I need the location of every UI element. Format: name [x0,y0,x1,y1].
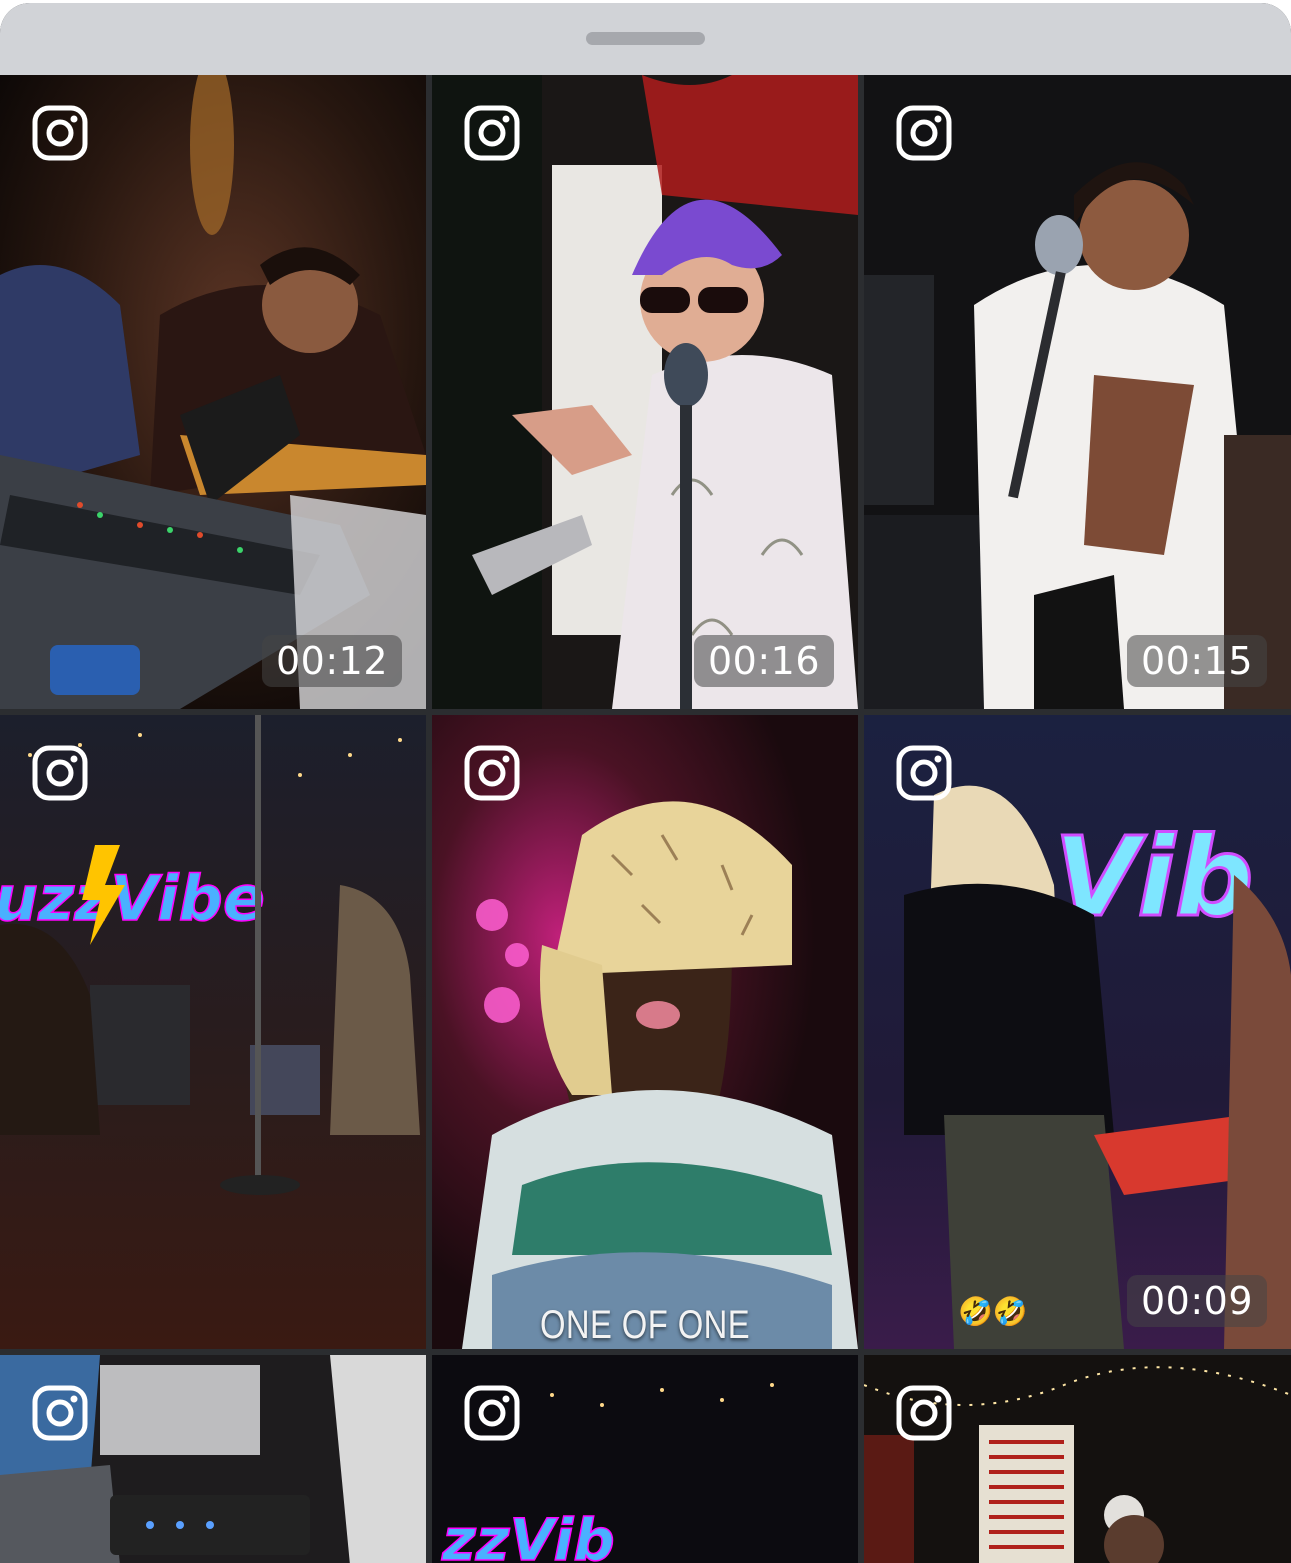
media-grid: 00:12 00:16 00:15 uzzVibe ONE OF ONE Vib… [0,75,1291,1563]
instagram-icon [464,1385,520,1441]
media-tile[interactable]: ONE OF ONE [432,715,858,1349]
thumbnail-image: uzzVibe [0,715,426,1349]
sheet-header[interactable] [0,3,1291,75]
media-tile[interactable]: Vib 🤣🤣 00:09 [864,715,1291,1349]
drag-handle[interactable] [586,32,705,45]
media-tile[interactable] [864,1355,1291,1563]
thumbnail-image: Vib [864,715,1291,1349]
media-tile[interactable]: uzzVibe [0,715,426,1349]
sticker-emoji: 🤣🤣 [958,1296,1028,1327]
neon-sign: zzVib [441,1506,615,1563]
instagram-icon [32,745,88,801]
instagram-icon [896,105,952,161]
media-tile[interactable]: 00:15 [864,75,1291,709]
instagram-icon [896,1385,952,1441]
instagram-icon [464,105,520,161]
thumbnail-image [864,75,1291,709]
instagram-icon [896,745,952,801]
instagram-icon [32,1385,88,1441]
video-duration: 00:09 [1126,1275,1267,1327]
media-picker-sheet: 00:12 00:16 00:15 uzzVibe ONE OF ONE Vib… [0,3,1291,1563]
instagram-icon [32,105,88,161]
media-tile[interactable]: zzVib [432,1355,858,1563]
thumbnail-image [432,715,858,1349]
instagram-icon [464,745,520,801]
story-caption: ONE OF ONE [539,1303,751,1347]
neon-sign: uzzVibe [0,862,265,935]
video-duration: 00:12 [261,635,402,687]
video-duration: 00:15 [1126,635,1267,687]
thumbnail-image [432,75,858,709]
thumbnail-image [0,75,426,709]
media-tile[interactable]: 00:12 [0,75,426,709]
media-tile[interactable]: 00:16 [432,75,858,709]
media-tile[interactable] [0,1355,426,1563]
video-duration: 00:16 [693,635,834,687]
